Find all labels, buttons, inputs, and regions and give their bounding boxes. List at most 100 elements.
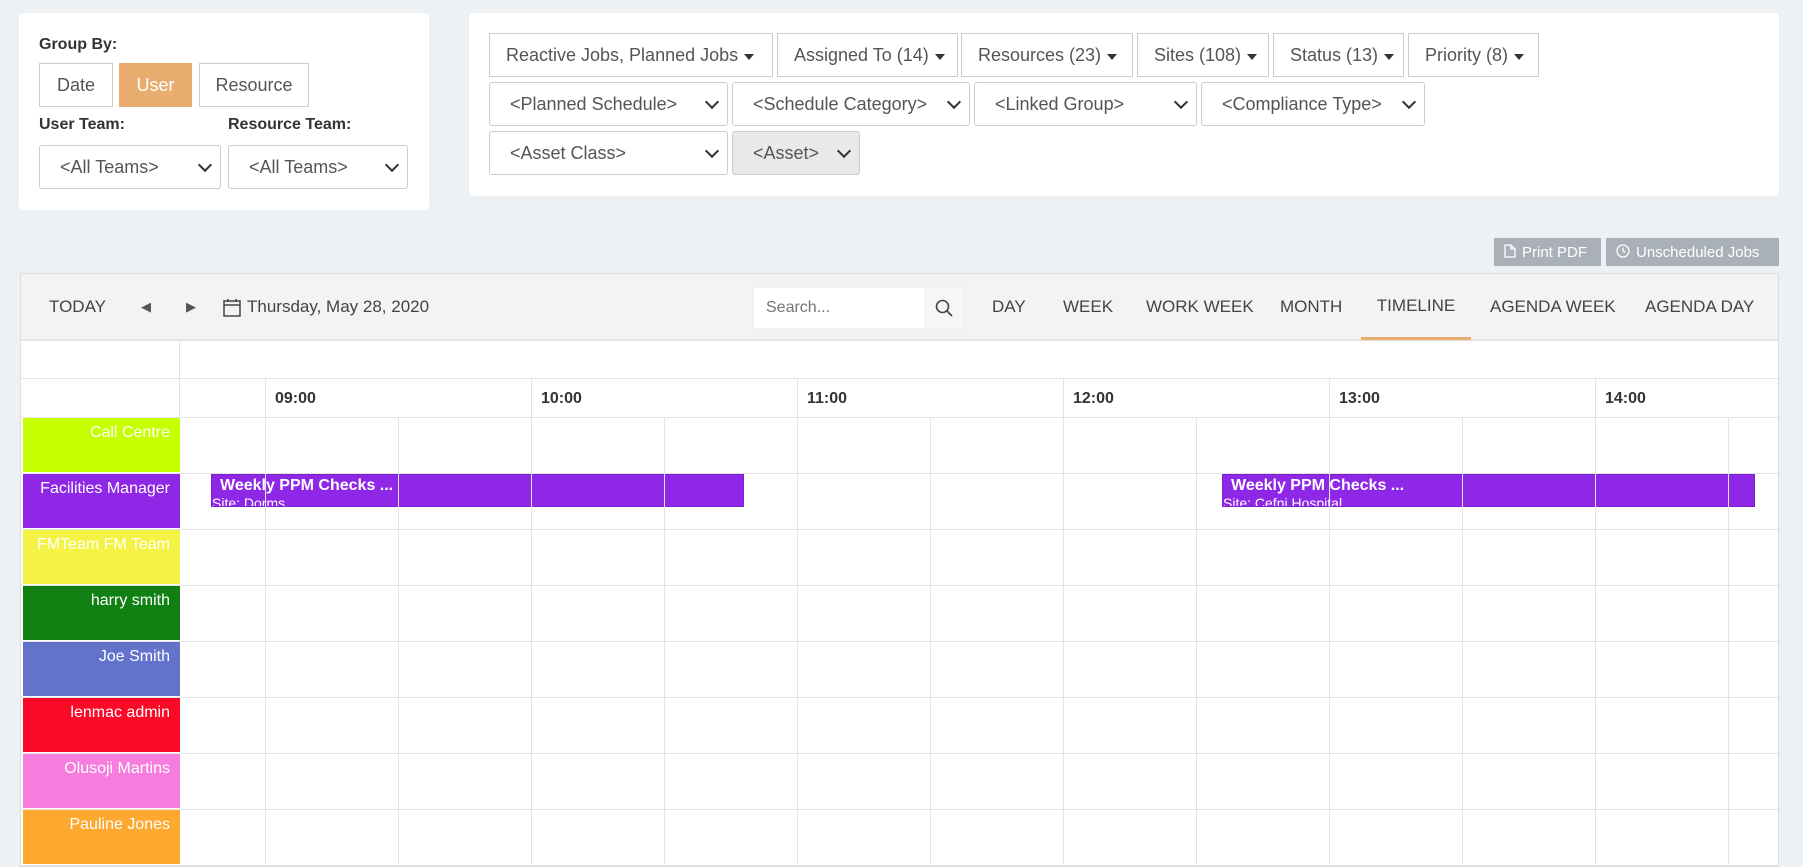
group-by-panel: Group By: Date User Resource User Team: …: [19, 13, 429, 210]
grid-line: [531, 378, 532, 866]
search-input[interactable]: [754, 288, 919, 328]
row-label: harry smith: [23, 586, 180, 640]
tab-week[interactable]: WEEK: [1063, 274, 1113, 340]
job-type-filter-button[interactable]: Reactive Jobs, Planned Jobs: [489, 33, 773, 77]
document-icon: [1504, 243, 1516, 261]
schedule-category-select[interactable]: <Schedule Category>: [732, 82, 970, 126]
hour-label: 09:00: [275, 390, 316, 407]
chevron-down-icon: [384, 157, 400, 173]
priority-filter-button[interactable]: Priority (8): [1408, 33, 1539, 77]
row-label: FMTeam FM Team: [23, 530, 180, 584]
grid-line: [21, 697, 1778, 698]
resource-team-select[interactable]: <All Teams>: [228, 145, 408, 189]
asset-select[interactable]: <Asset>: [732, 131, 860, 175]
grid-line: [21, 585, 1778, 586]
timeline-grid: 09:00 10:00 11:00 12:00 13:00 14:00 Call Cent…: [21, 340, 1778, 866]
row-label: Pauline Jones: [23, 810, 180, 864]
clock-icon: [1616, 243, 1630, 261]
user-team-select[interactable]: <All Teams>: [39, 145, 221, 189]
chevron-down-icon: [1173, 94, 1189, 110]
group-by-resource-button[interactable]: Resource: [199, 63, 309, 107]
assigned-to-filter-button[interactable]: Assigned To (14): [777, 33, 958, 77]
previous-arrow-icon[interactable]: ◀: [141, 274, 151, 340]
tab-agenda-week[interactable]: AGENDA WEEK: [1490, 274, 1616, 340]
row-label: Joe Smith: [23, 642, 180, 696]
row-label: lenmac admin: [23, 698, 180, 752]
status-filter-button[interactable]: Status (13): [1273, 33, 1404, 77]
scheduler: TODAY ◀ ▶ Thursday, May 28, 2020 DAY WEE…: [20, 273, 1779, 867]
group-by-label: Group By:: [39, 36, 118, 53]
event-site: Site: Cefni Hospital: [1223, 495, 1343, 507]
scheduler-toolbar: TODAY ◀ ▶ Thursday, May 28, 2020 DAY WEE…: [21, 274, 1778, 340]
current-date: Thursday, May 28, 2020: [247, 297, 430, 316]
grid-line: [797, 378, 798, 866]
resources-filter-button[interactable]: Resources (23): [961, 33, 1133, 77]
caret-down-icon: [934, 54, 945, 60]
event-title: Weekly PPM Checks ...: [1231, 477, 1405, 494]
print-pdf-button[interactable]: Print PDF: [1494, 238, 1601, 266]
today-button[interactable]: TODAY: [49, 274, 106, 340]
resource-team-label: Resource Team:: [228, 116, 352, 133]
hour-label: 14:00: [1605, 390, 1646, 407]
status-filter-label: Status (13): [1290, 44, 1379, 65]
grid-line: [265, 378, 266, 866]
group-by-date-button[interactable]: Date: [39, 63, 113, 107]
group-by-user-button[interactable]: User: [119, 63, 192, 107]
planned-schedule-select[interactable]: <Planned Schedule>: [489, 82, 728, 126]
assigned-to-filter-label: Assigned To (14): [794, 44, 929, 65]
planned-schedule-value: <Planned Schedule>: [510, 93, 678, 114]
grid-line: [21, 753, 1778, 754]
search-icon[interactable]: [924, 288, 964, 328]
linked-group-value: <Linked Group>: [995, 93, 1125, 114]
asset-class-select[interactable]: <Asset Class>: [489, 131, 728, 175]
filter-panel: Reactive Jobs, Planned Jobs Assigned To …: [469, 13, 1779, 196]
row-label: Call Centre: [23, 418, 180, 472]
grid-line: [1196, 417, 1197, 866]
chevron-down-icon: [704, 143, 720, 159]
compliance-type-select[interactable]: <Compliance Type>: [1201, 82, 1425, 126]
hour-label: 11:00: [807, 390, 848, 407]
tab-timeline[interactable]: TIMELINE: [1361, 274, 1471, 340]
user-team-value: <All Teams>: [60, 156, 159, 177]
caret-down-icon: [1384, 54, 1395, 60]
chevron-down-icon: [704, 94, 720, 110]
hour-label: 13:00: [1339, 390, 1380, 407]
user-team-label: User Team:: [39, 116, 125, 133]
next-arrow-icon[interactable]: ▶: [186, 274, 196, 340]
row-label: Olusoji Martins: [23, 754, 180, 808]
compliance-type-value: <Compliance Type>: [1222, 93, 1382, 114]
priority-filter-label: Priority (8): [1425, 44, 1509, 65]
date-picker[interactable]: Thursday, May 28, 2020: [223, 274, 429, 340]
event-block[interactable]: Weekly PPM Checks ... Site: Cefni Hospita…: [1222, 474, 1755, 507]
asset-value: <Asset>: [753, 142, 820, 163]
linked-group-select[interactable]: <Linked Group>: [974, 82, 1197, 126]
grid-line: [21, 378, 1778, 379]
row-label: Facilities Manager: [23, 474, 180, 528]
chevron-down-icon: [836, 143, 852, 159]
hour-label: 12:00: [1073, 390, 1114, 407]
grid-line: [21, 809, 1778, 810]
chevron-down-icon: [197, 157, 213, 173]
tab-day[interactable]: DAY: [992, 274, 1026, 340]
sites-filter-button[interactable]: Sites (108): [1137, 33, 1269, 77]
tab-month[interactable]: MONTH: [1280, 274, 1342, 340]
search-box: [753, 287, 965, 329]
grid-line: [1595, 378, 1596, 866]
tab-work-week[interactable]: WORK WEEK: [1146, 274, 1254, 340]
grid-line: [21, 340, 1778, 341]
print-pdf-label: Print PDF: [1522, 243, 1588, 261]
unscheduled-jobs-label: Unscheduled Jobs: [1636, 243, 1760, 261]
grid-line: [21, 865, 1778, 866]
tab-agenda-day[interactable]: AGENDA DAY: [1645, 274, 1754, 340]
resource-team-value: <All Teams>: [249, 156, 348, 177]
unscheduled-jobs-button[interactable]: Unscheduled Jobs: [1606, 238, 1779, 266]
grid-line: [930, 417, 931, 866]
hour-label: 10:00: [541, 390, 582, 407]
job-type-filter-label: Reactive Jobs, Planned Jobs: [506, 44, 739, 65]
grid-line: [1728, 417, 1729, 866]
caret-down-icon: [744, 54, 755, 60]
caret-down-icon: [1247, 54, 1258, 60]
grid-line: [398, 417, 399, 866]
grid-line: [21, 529, 1778, 530]
grid-line: [664, 417, 665, 866]
